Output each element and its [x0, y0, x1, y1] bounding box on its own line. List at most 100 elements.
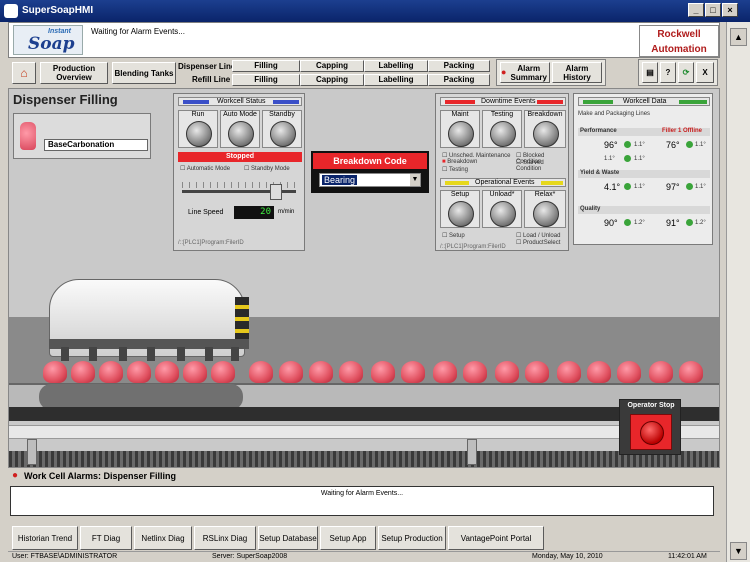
bottle [249, 361, 273, 383]
dispenser-filling-button[interactable]: Filling [232, 60, 300, 72]
yield-label: Yield & Waste [580, 170, 620, 176]
dispenser-capping-button[interactable]: Capping [300, 60, 364, 72]
auto-mode-knob[interactable] [228, 121, 254, 147]
breakdown-knob[interactable] [533, 121, 559, 147]
ft-diag-button[interactable]: FT Diag [80, 526, 132, 550]
perf-value-1: 96° [604, 140, 618, 150]
alarm-header: ● Work Cell Alarms: Dispenser Filling [8, 468, 720, 484]
bottle [525, 361, 549, 383]
dispenser-packing-button[interactable]: Packing [428, 60, 490, 72]
bottle [309, 361, 333, 383]
load-unload-check[interactable]: ☐ Load / Unload [516, 232, 560, 239]
setup-check[interactable]: ☐ Setup [442, 232, 465, 239]
scroll-up-arrow[interactable]: ▲ [730, 28, 747, 46]
status-date: Monday, May 10, 2010 [532, 553, 603, 560]
breakdown-code-title: Breakdown Code [313, 153, 427, 169]
testing-knob[interactable] [490, 121, 516, 147]
status-dot [624, 141, 631, 148]
bottle [649, 361, 673, 383]
setup-production-button[interactable]: Setup Production [378, 526, 446, 550]
chevron-down-icon[interactable]: ▼ [410, 174, 420, 186]
setup-database-button[interactable]: Setup Database [258, 526, 318, 550]
breakdown-code-select[interactable]: Bearing ▼ [319, 173, 421, 187]
bell-icon: ● [12, 470, 19, 481]
bottle [617, 361, 641, 383]
setup-knob[interactable] [448, 201, 474, 227]
bottle [339, 361, 363, 383]
bottle [557, 361, 581, 383]
refill-line-label: Refill Line [192, 75, 231, 84]
vertical-scrollbar[interactable]: ▲ ▼ [726, 22, 750, 562]
maint-knob[interactable] [448, 121, 474, 147]
workcell-data-title: Workcell Data [623, 98, 667, 105]
blending-tanks-button[interactable]: Blending Tanks [112, 62, 176, 84]
bottle [279, 361, 303, 383]
refill-capping-button[interactable]: Capping [300, 74, 364, 86]
operator-stop-label: Operator Stop [627, 402, 675, 409]
product-panel: BaseCarbonation [13, 113, 151, 159]
slider-handle[interactable] [270, 184, 282, 200]
refill-labelling-button[interactable]: Labelling [364, 74, 428, 86]
downtime-events-panel: Downtime Events Maint Testing Breakdown … [435, 93, 569, 251]
bottle [127, 361, 151, 383]
scroll-down-arrow[interactable]: ▼ [730, 542, 747, 560]
downtime-path: /::[PLC1]Program:FilerID [440, 244, 506, 250]
starved-check[interactable]: ☐ Starved Condition [516, 159, 568, 172]
alarms-title: Work Cell Alarms: Dispenser Filling [24, 471, 177, 481]
operator-stop-button[interactable] [640, 421, 664, 445]
performance-label: Performance [580, 128, 617, 134]
breakdown-knob-label: Breakdown [527, 111, 563, 118]
soap-bottle-icon [20, 122, 36, 150]
vantagepoint-portal-button[interactable]: VantagePoint Portal [448, 526, 544, 550]
run-knob[interactable] [186, 121, 212, 147]
status-time: 11:42:01 AM [668, 553, 707, 560]
alarm-list[interactable]: Waiting for Alarm Events... [10, 486, 714, 516]
standby-knob-label: Standby [269, 111, 295, 118]
setup-knob-label: Setup [450, 191, 470, 198]
refill-packing-button[interactable]: Packing [428, 74, 490, 86]
setup-app-button[interactable]: Setup App [320, 526, 376, 550]
historian-trend-button[interactable]: Historian Trend [12, 526, 78, 550]
rockwell-logo: Rockwell Automation [639, 25, 719, 57]
alarm-summary-button[interactable]: ● Alarm Summary [500, 62, 550, 83]
home-button[interactable]: ⌂ [12, 62, 36, 84]
print-icon[interactable]: ▤ [642, 62, 658, 83]
alarm-history-button[interactable]: Alarm History [552, 62, 602, 83]
main-area: Dispenser Filling BaseCarbonation Workce… [8, 88, 720, 468]
dispenser-labelling-button[interactable]: Labelling [364, 60, 428, 72]
unsched-maint-check[interactable]: ☐ Unsched. Maintenance [442, 152, 510, 159]
relax-knob[interactable] [533, 201, 559, 227]
app-icon [4, 4, 18, 18]
testing-knob-label: Testing [490, 111, 514, 118]
window-close-button[interactable]: × [722, 3, 738, 17]
unload-knob[interactable] [490, 201, 516, 227]
product-select-check[interactable]: ☐ ProductSelect [516, 239, 560, 246]
minimize-button[interactable]: _ [688, 3, 704, 17]
bottle [433, 361, 457, 383]
production-overview-button[interactable]: Production Overview [40, 62, 108, 84]
standby-knob[interactable] [270, 121, 296, 147]
bottle [71, 361, 95, 383]
line-speed-value: 20 [234, 206, 274, 219]
maximize-button[interactable]: □ [705, 3, 721, 17]
breakdown-check[interactable]: ■ Breakdown [442, 159, 477, 165]
workcell-status-path: /::[PLC1]Program:FilerID [178, 240, 244, 246]
rslinx-diag-button[interactable]: RSLinx Diag [194, 526, 256, 550]
workcell-data-panel: Workcell Data Make and Packaging Lines P… [573, 93, 713, 245]
refill-filling-button[interactable]: Filling [232, 74, 300, 86]
page-title: Dispenser Filling [13, 92, 118, 107]
help-button[interactable]: ? [660, 62, 676, 83]
line-speed-unit: m/min [278, 209, 295, 215]
netlinx-diag-button[interactable]: Netlinx Diag [134, 526, 192, 550]
refresh-icon[interactable]: ⟳ [678, 62, 694, 83]
bottle [183, 361, 207, 383]
automatic-mode-check[interactable]: ☐ Automatic Mode [180, 165, 230, 172]
alarm-message: Waiting for Alarm Events... [320, 490, 404, 497]
status-user: User: FTBASE\ADMINISTRATOR [12, 553, 118, 560]
bottle [401, 361, 425, 383]
standby-mode-check[interactable]: ☐ Standby Mode [244, 165, 290, 172]
testing-check[interactable]: ☐ Testing [442, 166, 468, 173]
exit-button[interactable]: X [696, 62, 714, 83]
header-message: Waiting for Alarm Events... [91, 27, 185, 36]
unload-knob-label: Unload* [489, 191, 515, 198]
